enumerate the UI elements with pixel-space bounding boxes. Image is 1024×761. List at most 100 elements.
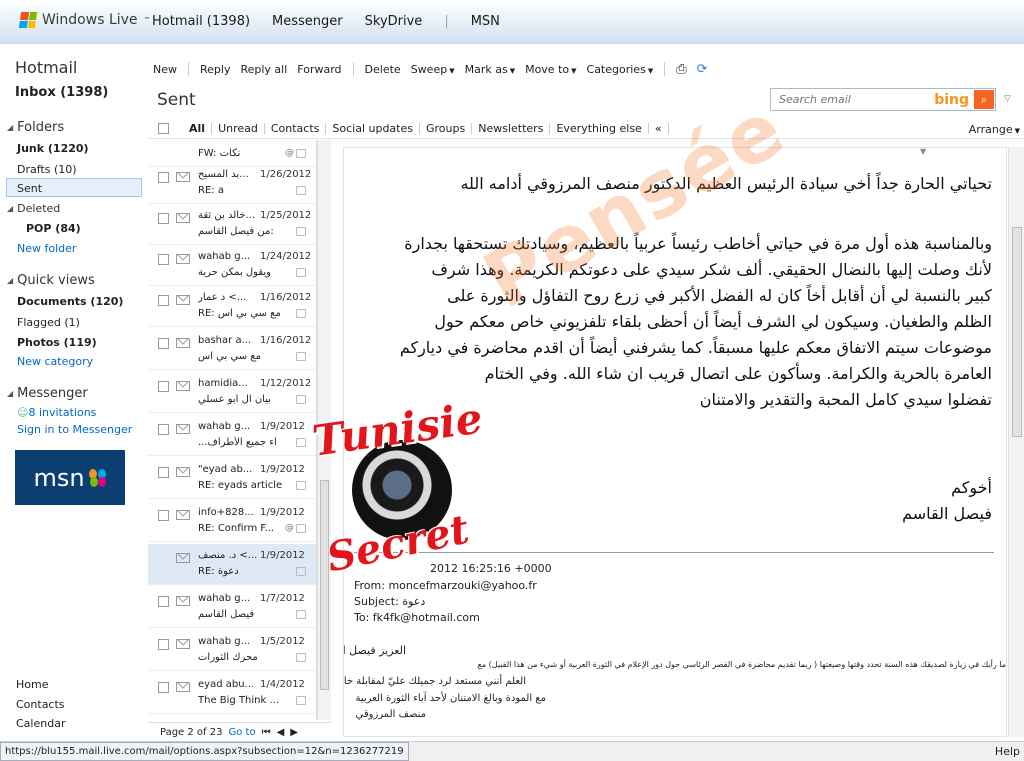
table-row[interactable]: د عمار <... 1/16/2012 RE: مع سي بي اس [148, 286, 316, 327]
filter-all[interactable]: All [183, 123, 213, 134]
flag-icon[interactable] [296, 438, 306, 447]
sidebar-link-home[interactable]: Home [16, 678, 48, 691]
search-icon[interactable]: ⌕ [974, 90, 994, 109]
quick-views-header[interactable]: ◢ Quick views [7, 273, 95, 288]
filters-collapse-button[interactable]: « [649, 123, 669, 134]
table-row[interactable]: wahab g... 1/5/2012 محرك الثورات [148, 630, 316, 671]
sidebar-item-photos[interactable]: Photos (119) [17, 336, 97, 349]
flag-icon[interactable] [296, 352, 306, 361]
flag-icon[interactable] [296, 149, 306, 158]
flag-icon[interactable] [296, 268, 306, 277]
sidebar-item-drafts[interactable]: Drafts (10) [17, 163, 77, 176]
flag-icon[interactable] [296, 481, 306, 490]
sidebar-item-sent[interactable]: Sent [6, 178, 142, 197]
select-all-checkbox[interactable] [158, 123, 169, 134]
windows-live-brand[interactable]: Windows Live ™ [18, 12, 151, 28]
forward-button[interactable]: Forward [292, 63, 346, 76]
filter-social-updates[interactable]: Social updates [326, 123, 420, 134]
new-folder-link[interactable]: New folder [17, 242, 76, 255]
help-link[interactable]: Help [995, 745, 1020, 758]
invitations-link[interactable]: ☺8 invitations [17, 406, 96, 419]
msn-logo[interactable]: msn [15, 450, 125, 505]
flag-icon[interactable] [296, 524, 306, 533]
row-checkbox[interactable] [158, 424, 169, 435]
messenger-header[interactable]: ◢ Messenger [7, 386, 88, 401]
row-checkbox[interactable] [158, 596, 169, 607]
table-row[interactable]: hamidia... 1/12/2012 بيان آل ابو عسلي [148, 372, 316, 413]
delete-button[interactable]: Delete [360, 63, 406, 76]
new-button[interactable]: New [148, 63, 182, 76]
sidebar-item-junk[interactable]: Junk (1220) [17, 142, 89, 155]
filter-groups[interactable]: Groups [420, 123, 473, 134]
table-row[interactable]: bashar a... 1/16/2012 مع سي بي اس [148, 329, 316, 370]
search-input[interactable] [779, 93, 929, 106]
go-to-link[interactable]: Go to [228, 727, 255, 738]
sidebar-item-documents[interactable]: Documents (120) [17, 295, 123, 308]
nav-skydrive[interactable]: SkyDrive [365, 14, 423, 29]
table-row[interactable]: wahab g... 1/9/2012 ...اء جميع الأطراف [148, 415, 316, 456]
row-checkbox[interactable] [158, 172, 169, 183]
row-checkbox[interactable] [158, 213, 169, 224]
sidebar-item-pop[interactable]: POP (84) [26, 222, 81, 235]
sidebar-item-deleted[interactable]: ◢ Deleted [7, 202, 60, 215]
nav-messenger[interactable]: Messenger [272, 14, 343, 29]
prev-page-icon[interactable]: ◀ [277, 727, 285, 738]
flag-icon[interactable] [296, 309, 306, 318]
row-checkbox[interactable] [158, 467, 169, 478]
hotmail-title[interactable]: Hotmail [15, 58, 77, 77]
sidebar-item-flagged[interactable]: Flagged (1) [17, 316, 80, 329]
sidebar-link-contacts[interactable]: Contacts [16, 698, 65, 711]
message-from: bashar a... [198, 335, 252, 346]
table-row-selected[interactable]: د. منصف <... 1/9/2012 RE: دعوة [148, 544, 316, 585]
row-checkbox[interactable] [158, 254, 169, 265]
table-row[interactable]: wahab g... 1/24/2012 ويقول بمكن حرية [148, 245, 316, 286]
filter-unread[interactable]: Unread [212, 123, 265, 134]
flag-icon[interactable] [296, 696, 306, 705]
row-checkbox[interactable] [158, 510, 169, 521]
sidebar-item-inbox[interactable]: Inbox (1398) [15, 85, 108, 100]
row-checkbox[interactable] [158, 295, 169, 306]
flag-icon[interactable] [296, 610, 306, 619]
filter-contacts[interactable]: Contacts [265, 123, 327, 134]
flag-icon[interactable] [296, 395, 306, 404]
sweep-button[interactable]: Sweep ▼ [406, 63, 460, 76]
print-icon[interactable]: ⎙ [671, 62, 691, 77]
next-page-icon[interactable]: ▶ [290, 727, 298, 738]
folders-header[interactable]: ◢ Folders [7, 120, 64, 135]
table-row[interactable]: "eyad ab... 1/9/2012 RE: eyads article [148, 458, 316, 499]
table-row[interactable]: info+828... 1/9/2012 RE: Confirm F... @ [148, 501, 316, 542]
row-checkbox[interactable] [158, 639, 169, 650]
scrollbar-thumb[interactable] [1012, 227, 1022, 437]
table-row[interactable]: بد المسيح... 1/26/2012 RE: a [148, 163, 316, 204]
table-row[interactable]: wahab g... 1/7/2012 فيصل القاسم [148, 587, 316, 628]
flag-icon[interactable] [296, 653, 306, 662]
flag-icon[interactable] [296, 186, 306, 195]
refresh-icon[interactable]: ⟳ [692, 62, 713, 77]
expand-header-icon[interactable]: ▼ [920, 148, 926, 156]
move-to-button[interactable]: Move to ▼ [520, 63, 581, 76]
flag-icon[interactable] [296, 567, 306, 576]
message-list-scrollbar[interactable] [317, 140, 331, 720]
filter-newsletters[interactable]: Newsletters [472, 123, 551, 134]
table-row[interactable]: eyad abu... 1/4/2012 The Big Think ... [148, 673, 316, 714]
new-category-link[interactable]: New category [17, 355, 93, 368]
row-checkbox[interactable] [158, 682, 169, 693]
sign-in-messenger-link[interactable]: Sign in to Messenger [17, 423, 132, 436]
categories-button[interactable]: Categories ▼ [582, 63, 659, 76]
arrange-button[interactable]: Arrange ▼ [969, 123, 1020, 136]
reply-button[interactable]: Reply [195, 63, 235, 76]
filter-everything-else[interactable]: Everything else [550, 123, 649, 134]
sidebar-link-calendar[interactable]: Calendar [16, 717, 65, 730]
nav-hotmail[interactable]: Hotmail (1398) [152, 14, 250, 29]
row-checkbox[interactable] [158, 381, 169, 392]
mark-as-button[interactable]: Mark as ▼ [460, 63, 520, 76]
flag-icon[interactable] [296, 227, 306, 236]
first-page-icon[interactable]: ⏮ [262, 727, 271, 738]
chevron-down-icon[interactable]: ▽ [1004, 94, 1011, 104]
nav-msn[interactable]: MSN [471, 14, 500, 29]
reply-all-button[interactable]: Reply all [235, 63, 292, 76]
row-checkbox[interactable] [158, 338, 169, 349]
reading-pane-scrollbar[interactable] [1008, 147, 1024, 737]
scrollbar-thumb[interactable] [320, 480, 329, 690]
table-row[interactable]: خالد بن ثقة... 1/25/2012 من فيصل القاسم: [148, 204, 316, 245]
